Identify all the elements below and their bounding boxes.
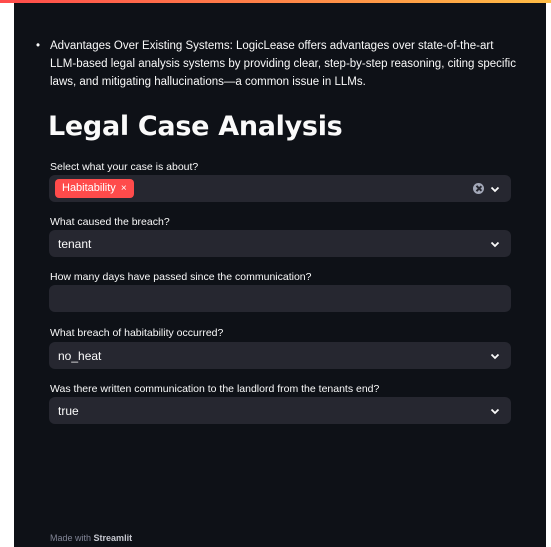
chevron-down-icon[interactable] — [489, 183, 501, 195]
written-comm-value: true — [58, 404, 79, 418]
habitability-chip[interactable]: Habitability × — [55, 179, 134, 198]
breach-type-label: What breach of habitability occurred? — [50, 327, 224, 339]
chip-label: Habitability — [62, 182, 116, 194]
case-about-multiselect[interactable]: Habitability × — [49, 175, 511, 202]
breach-cause-label: What caused the breach? — [50, 216, 170, 228]
case-about-label: Select what your case is about? — [50, 161, 199, 173]
page-title: Legal Case Analysis — [48, 111, 343, 142]
chevron-down-icon[interactable] — [489, 238, 501, 250]
footer-prefix: Made with — [50, 533, 92, 543]
close-icon[interactable]: × — [121, 183, 127, 194]
breach-cause-value: tenant — [58, 237, 92, 251]
written-comm-label: Was there written communication to the l… — [50, 383, 380, 395]
bullet-icon: • — [36, 40, 41, 52]
footer: Made with Streamlit — [50, 533, 132, 543]
days-passed-label: How many days have passed since the comm… — [50, 271, 312, 283]
days-passed-input[interactable] — [49, 285, 511, 312]
chevron-down-icon[interactable] — [489, 405, 501, 417]
days-passed-field[interactable] — [49, 285, 511, 312]
intro-bullet: • Advantages Over Existing Systems: Logi… — [36, 37, 520, 91]
breach-cause-select[interactable]: tenant — [49, 230, 511, 257]
intro-bullet-text: Advantages Over Existing Systems: LogicL… — [50, 40, 516, 88]
breach-type-value: no_heat — [58, 349, 102, 363]
written-comm-select[interactable]: true — [49, 397, 511, 424]
clear-icon[interactable] — [473, 183, 484, 194]
chevron-down-icon[interactable] — [489, 350, 501, 362]
streamlit-link[interactable]: Streamlit — [94, 533, 133, 543]
breach-type-select[interactable]: no_heat — [49, 342, 511, 369]
app-main: • Advantages Over Existing Systems: Logi… — [14, 3, 546, 547]
